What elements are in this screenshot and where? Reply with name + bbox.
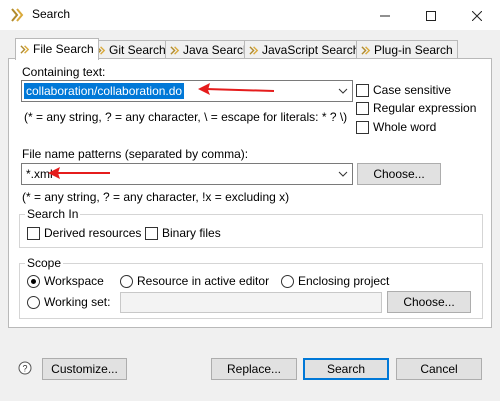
radio-circle[interactable] [27,295,40,309]
checkbox-box[interactable] [27,226,40,240]
window-title: Search [32,7,71,21]
radio-circle[interactable] [281,274,294,288]
containing-text-combo[interactable]: collaboration/collaboration.do [21,80,353,102]
replace-button[interactable]: Replace... [211,358,297,380]
maximize-icon [426,10,436,21]
close-button[interactable] [454,0,500,30]
file-patterns-hint: (* = any string, ? = any character, !x =… [22,190,290,204]
search-tabs: File Search Git Search Java Search JavaS… [0,30,500,60]
radio-label: Working set: [44,295,111,309]
search-tab-icon [361,45,371,55]
derived-resources-checkbox[interactable]: Derived resources [27,226,141,240]
whole-word-checkbox[interactable]: Whole word [356,120,436,134]
file-patterns-choose-button[interactable]: Choose... [357,163,441,185]
checkbox-box[interactable] [145,226,158,240]
help-button[interactable]: ? [18,361,32,375]
checkbox-box[interactable] [356,83,369,97]
working-set-radio[interactable]: Working set: [27,295,110,309]
case-sensitive-checkbox[interactable]: Case sensitive [356,83,451,97]
tab-label: Java Search [183,42,250,57]
cancel-button[interactable]: Cancel [396,358,482,380]
tab-label: Git Search [109,42,166,57]
maximize-button[interactable] [408,0,454,30]
search-tab-icon [20,45,30,54]
search-tab-icon [170,45,180,55]
help-icon[interactable]: ? [18,361,32,375]
active-editor-radio[interactable]: Resource in active editor [120,274,269,288]
enclosing-project-radio[interactable]: Enclosing project [281,274,389,288]
red-arrow-annotation [198,83,275,95]
checkbox-label: Derived resources [44,226,142,240]
search-in-title: Search In [25,207,81,221]
containing-text-hint: (* = any string, ? = any character, \ = … [24,110,348,124]
checkbox-label: Binary files [162,226,221,240]
containing-text-label: Containing text: [22,65,106,79]
tab-plugin-search[interactable]: Plug-in Search [356,40,458,59]
svg-text:?: ? [22,364,27,374]
red-arrow-annotation [48,167,110,179]
radio-circle[interactable] [120,274,133,288]
checkbox-box[interactable] [356,101,369,115]
chevron-down-icon[interactable] [337,168,349,180]
search-tab-icon [249,45,259,55]
customize-button[interactable]: Customize... [42,358,127,380]
minimize-icon [380,15,390,17]
regular-expression-checkbox[interactable]: Regular expression [356,101,476,115]
tab-label: Plug-in Search [374,42,453,57]
checkbox-box[interactable] [356,120,369,134]
tab-label: File Search [33,42,94,56]
tab-java-search[interactable]: Java Search [165,40,255,59]
radio-label: Resource in active editor [137,274,270,288]
tab-git-search[interactable]: Git Search [91,40,171,59]
tab-file-search[interactable]: File Search [15,38,99,60]
tab-javascript-search[interactable]: JavaScript Search [244,40,365,59]
close-icon [471,10,483,22]
scope-title: Scope [25,256,64,270]
binary-files-checkbox[interactable]: Binary files [145,226,221,240]
workspace-radio[interactable]: Workspace [27,274,104,288]
working-set-choose-button[interactable]: Choose... [387,291,471,313]
tab-label: JavaScript Search [262,42,360,57]
containing-text-value[interactable]: collaboration/collaboration.do [24,83,185,99]
radio-circle[interactable] [27,274,40,288]
radio-label: Workspace [44,274,104,288]
radio-label: Enclosing project [298,274,390,288]
chevron-down-icon[interactable] [337,85,349,97]
search-button[interactable]: Search [303,358,389,380]
checkbox-label: Case sensitive [373,83,452,97]
file-patterns-label: File name patterns (separated by comma): [22,147,249,161]
working-set-field[interactable] [120,292,382,313]
title-bar: Search [0,0,500,30]
eclipse-search-icon [9,7,25,23]
checkbox-label: Regular expression [373,101,477,115]
minimize-button[interactable] [362,0,408,30]
checkbox-label: Whole word [373,120,437,134]
